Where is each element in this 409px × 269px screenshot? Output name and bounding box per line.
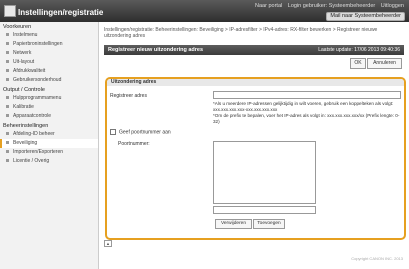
port-checkbox-label: Geef poortnummer aan [119,129,171,136]
bullet-icon [6,42,9,46]
panel-title: Uitzondering adres [107,79,404,86]
address-hint: *Als u meerdere IP-adressen gelijktijdig… [213,101,401,125]
page-title-bar: Registreer nieuw uitzondering adres Laat… [104,45,404,55]
bullet-icon [6,159,9,163]
hint-range: *Als u meerdere IP-adressen gelijktijdig… [213,101,394,112]
sidebar: Voorkeuren Instelmenu Papierbroninstelli… [0,22,99,269]
port-checkbox[interactable] [110,129,116,135]
sidebar-item-network[interactable]: Netwerk [0,49,98,58]
top-links: Naar portal Login gebruiker: Systeembehe… [251,3,404,9]
page-title: Registreer nieuw uitzondering adres [108,47,204,53]
sidebar-section-preferences: Voorkeuren [3,24,32,30]
address-label: Registreer adres [110,93,147,99]
bullet-icon [6,114,9,118]
breadcrumb: Instellingen/registratie: Beheerinstelli… [104,27,378,39]
ok-button[interactable]: OK [350,58,366,69]
cancel-button[interactable]: Annuleren [367,58,402,69]
copyright: Copyright CANON INC. 2013 [351,256,403,261]
logout-link[interactable]: Uitloggen [381,3,404,9]
back-to-top-icon[interactable]: ▲ [104,240,112,247]
user-login-label: Login gebruiker: Systeembeheerder [287,3,376,9]
address-input[interactable] [213,91,401,99]
bullet-icon [6,141,9,145]
hint-prefix: *Om de prefix te bepalen, voer het IP-ad… [213,113,400,124]
settings-app-icon [4,5,16,17]
port-input[interactable] [213,206,316,214]
add-button[interactable]: Toevoegen [253,219,285,229]
sidebar-item-paper-source[interactable]: Papierbroninstellingen [0,40,98,49]
app-title: Instellingen/registratie [18,8,104,17]
sidebar-item-calibration[interactable]: Kalibratie [0,103,98,112]
bullet-icon [6,60,9,64]
exception-address-panel: Uitzondering adres Registreer adres *Als… [105,77,406,240]
sidebar-section-output: Output / Controle [3,87,45,93]
port-checkbox-row[interactable]: Geef poortnummer aan [110,129,171,135]
sidebar-item-user-maintenance[interactable]: Gebruikersonderhoud [0,76,98,85]
sidebar-section-management: Beheerinstellingen [3,123,49,129]
sidebar-item-layout[interactable]: Uit-layout [0,58,98,67]
sidebar-item-device-control[interactable]: Apparaatcontrole [0,112,98,121]
bullet-icon [6,105,9,109]
sidebar-item-print-quality[interactable]: Afdrukkwaliteit [0,67,98,76]
port-list[interactable] [213,141,316,204]
bullet-icon [6,51,9,55]
remove-button[interactable]: Verwijderen [215,219,252,229]
bullet-icon [6,132,9,136]
bullet-icon [6,78,9,82]
bullet-icon [6,150,9,154]
last-update: Laatste update: 17/06 2013 09:40:36 [318,47,400,53]
sidebar-item-instelmenu[interactable]: Instelmenu [0,31,98,40]
sidebar-item-license[interactable]: Licentie / Overig [0,157,98,166]
bullet-icon [6,69,9,73]
bullet-icon [6,96,9,100]
mail-admin-button[interactable]: Mail naar Systeembeheerder [326,12,405,21]
port-label: Poortnummer: [118,141,150,147]
top-bar: Instellingen/registratie Naar portal Log… [0,0,409,22]
sidebar-item-department-id[interactable]: Afdeling-ID beheer [0,130,98,139]
sidebar-item-import-export[interactable]: Importeren/Exporteren [0,148,98,157]
sidebar-item-security[interactable]: Beveiliging [0,139,98,148]
portal-link[interactable]: Naar portal [255,3,282,9]
bullet-icon [6,33,9,37]
sidebar-item-utility-menu[interactable]: Hulpprogrammamenu [0,94,98,103]
